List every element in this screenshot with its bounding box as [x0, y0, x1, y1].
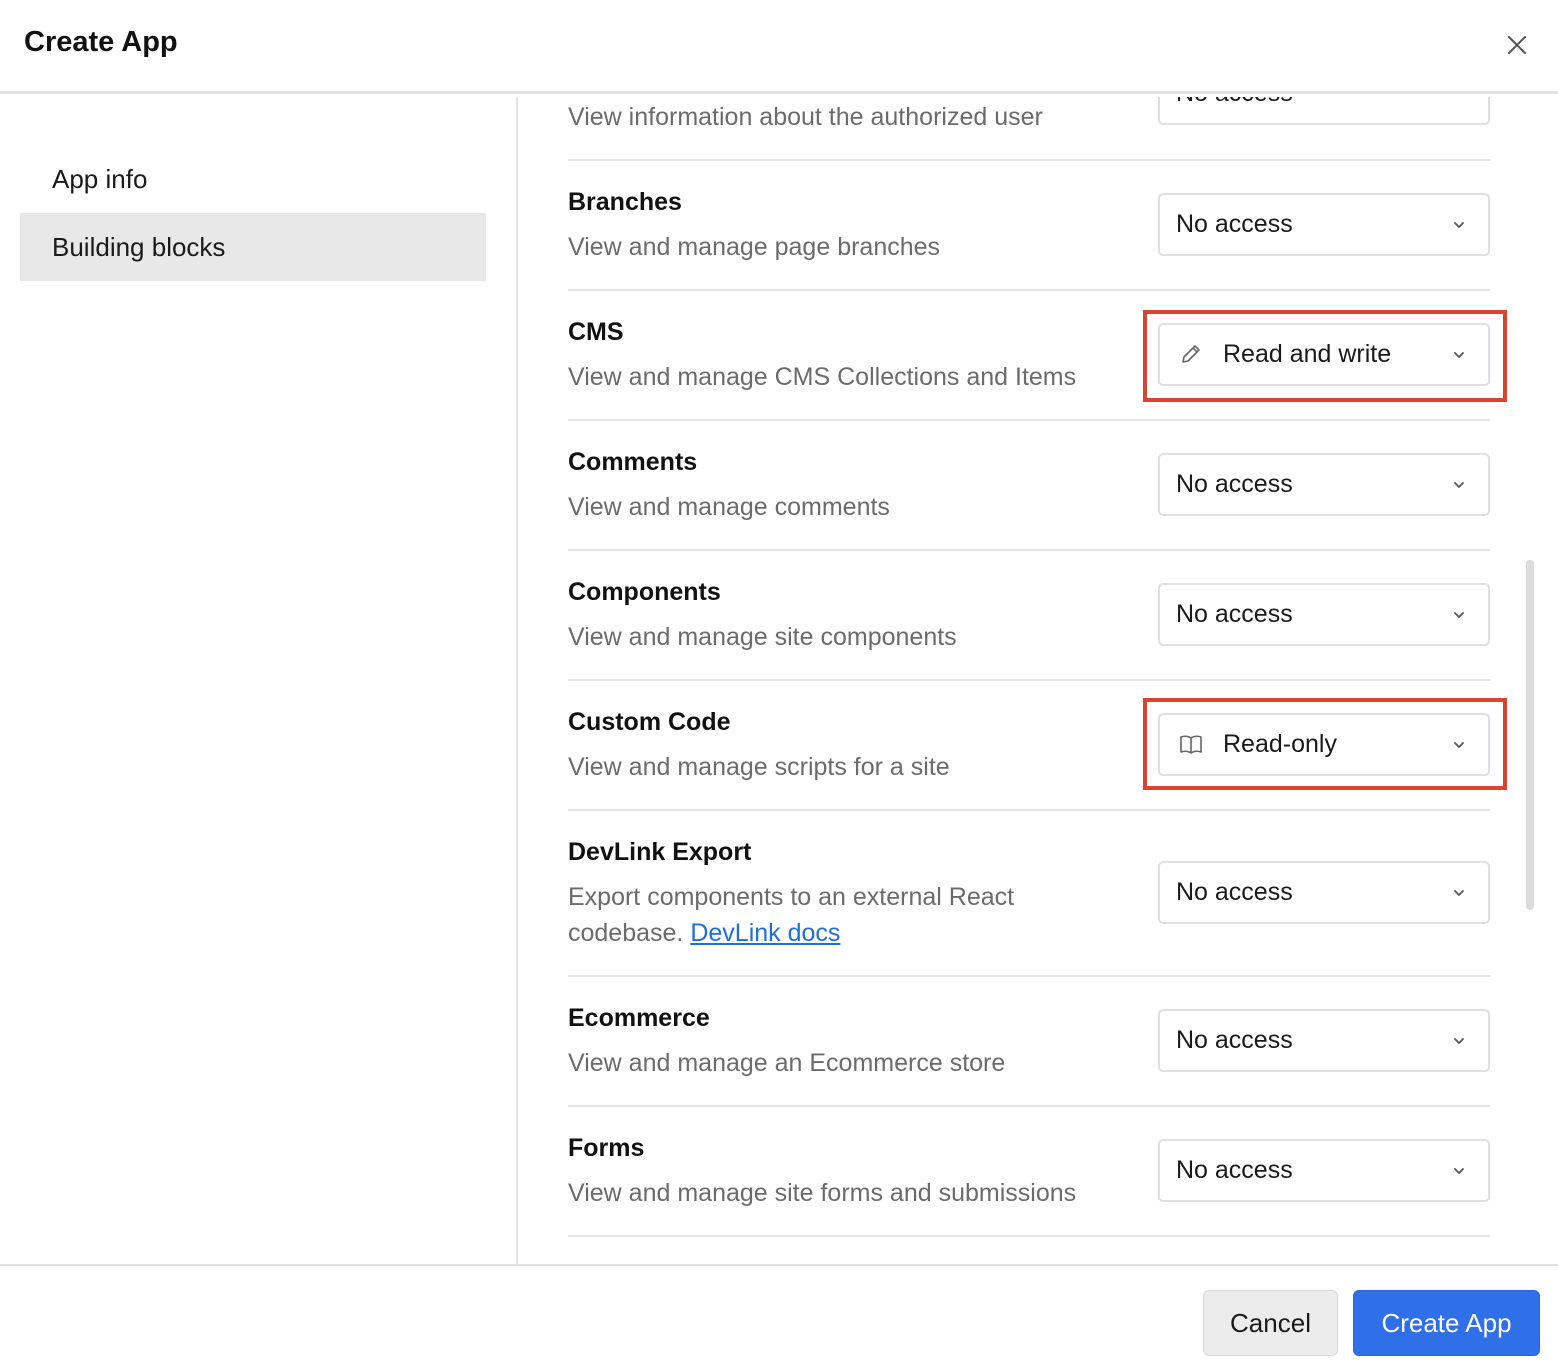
permission-description: View and manage page branches — [568, 233, 941, 261]
chevron-down-icon — [1450, 97, 1468, 103]
select-value: No access — [1176, 1156, 1293, 1184]
close-icon[interactable] — [1502, 30, 1532, 60]
permission-select[interactable]: No access — [1158, 583, 1490, 646]
select-value: No access — [1176, 97, 1293, 123]
select-value: No access — [1176, 600, 1293, 628]
create-app-button[interactable]: Create App — [1353, 1290, 1540, 1356]
chevron-down-icon — [1454, 612, 1464, 618]
permission-select[interactable]: No access — [1158, 1009, 1490, 1072]
devlink-docs-link[interactable]: DevLink docs — [690, 919, 840, 947]
permission-description: Export components to an external React — [568, 883, 1015, 911]
chevron-down-icon — [1454, 222, 1464, 228]
permission-title: DevLink Export — [568, 838, 752, 866]
description-text: codebase. — [568, 919, 684, 947]
permission-select[interactable]: No access — [1158, 193, 1490, 256]
scrollbar[interactable] — [1526, 560, 1534, 910]
permission-select[interactable]: No access — [1158, 861, 1490, 924]
cancel-button[interactable]: Cancel — [1203, 1290, 1338, 1356]
dialog-header: Create App — [0, 0, 1558, 94]
select-value: No access — [1176, 210, 1293, 238]
permission-row-devlink-export: DevLink Export Export components to an e… — [568, 811, 1490, 975]
divider — [568, 1235, 1490, 1237]
chevron-down-icon — [1454, 1168, 1464, 1174]
permission-description: View and manage comments — [568, 493, 890, 521]
permission-row-forms: Forms View and manage site forms and sub… — [568, 1107, 1490, 1235]
permission-title: Comments — [568, 448, 698, 476]
permission-title: Forms — [568, 1134, 645, 1162]
permission-row-components: Components View and manage site componen… — [568, 551, 1490, 679]
permission-title: Branches — [568, 188, 682, 216]
highlight-box — [1143, 698, 1507, 790]
permission-description-line2: codebase. DevLink docs — [568, 915, 840, 951]
permission-row-authorized-user: View information about the authorized us… — [568, 97, 1490, 159]
sidebar: App info Building blocks — [0, 97, 518, 1264]
permission-select[interactable]: No access — [1158, 453, 1490, 516]
permission-select[interactable]: No access — [1158, 1139, 1490, 1202]
permission-row-ecommerce: Ecommerce View and manage an Ecommerce s… — [568, 977, 1490, 1105]
permission-description: View and manage site forms and submissio… — [568, 1179, 1077, 1207]
permission-description: View and manage scripts for a site — [568, 753, 950, 781]
dialog-footer: Cancel Create App — [0, 1264, 1558, 1364]
sidebar-item-building-blocks[interactable]: Building blocks — [20, 213, 486, 281]
dialog-title: Create App — [24, 26, 178, 58]
permission-row-branches: Branches View and manage page branches N… — [568, 161, 1490, 289]
permissions-panel: View information about the authorized us… — [520, 97, 1558, 1264]
select-value: No access — [1176, 878, 1293, 906]
permission-title: Custom Code — [568, 708, 731, 736]
permission-title: Ecommerce — [568, 1004, 710, 1032]
chevron-down-icon — [1454, 1038, 1464, 1044]
permission-description: View and manage an Ecommerce store — [568, 1049, 1006, 1077]
sidebar-item-app-info[interactable]: App info — [20, 145, 486, 213]
permission-title: CMS — [568, 318, 624, 346]
select-value: No access — [1176, 470, 1293, 498]
chevron-down-icon — [1454, 890, 1464, 896]
permission-description: View and manage site components — [568, 623, 957, 651]
permission-title: Components — [568, 578, 721, 606]
permission-row-comments: Comments View and manage comments No acc… — [568, 421, 1490, 549]
permission-description: View information about the authorized us… — [568, 103, 1043, 131]
chevron-down-icon — [1454, 482, 1464, 488]
select-value: No access — [1176, 1026, 1293, 1054]
highlight-box — [1143, 310, 1507, 402]
permission-description: View and manage CMS Collections and Item… — [568, 363, 1077, 391]
permission-select[interactable]: No access — [1158, 97, 1490, 125]
